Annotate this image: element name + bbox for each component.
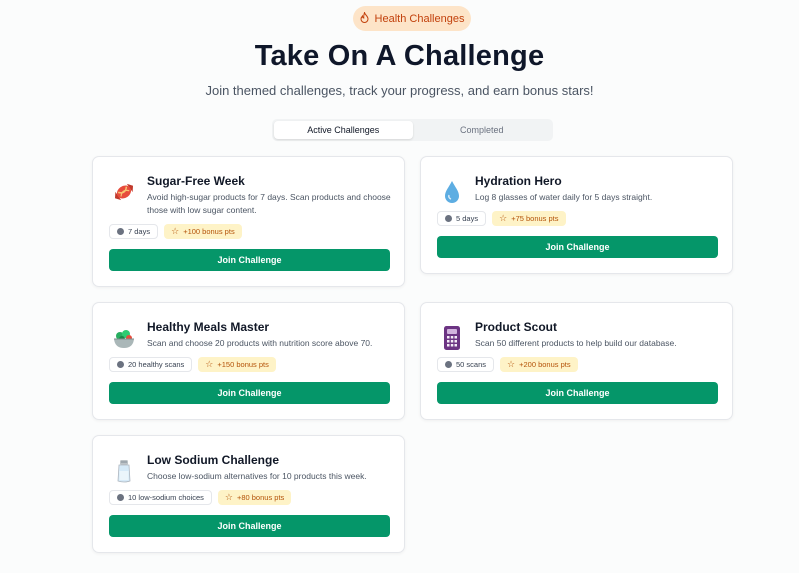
duration-pill: 10 low-sodium choices	[109, 490, 212, 505]
calculator-icon	[439, 325, 465, 351]
challenge-title: Hydration Hero	[475, 174, 562, 188]
bonus-label: +80 bonus pts	[236, 493, 285, 502]
bonus-label: +150 bonus pts	[217, 360, 269, 369]
duration-pill: 5 days	[437, 211, 487, 226]
duration-pill: 7 days	[109, 224, 159, 239]
duration-pill: 20 healthy scans	[109, 357, 193, 372]
challenge-description: Avoid high-sugar products for 7 days. Sc…	[147, 192, 391, 215]
challenge-card-healthy-meals-master: Healthy Meals Master Scan and choose 20 …	[92, 302, 405, 420]
challenge-title: Sugar-Free Week	[147, 174, 245, 188]
clock-icon	[117, 228, 124, 235]
star-icon: ☆	[171, 226, 180, 236]
tab-completed[interactable]: Completed	[413, 121, 552, 139]
duration-label: 20 healthy scans	[128, 360, 185, 369]
challenge-description: Choose low-sodium alternatives for 10 pr…	[147, 471, 367, 481]
bonus-pill: ☆ +150 bonus pts	[198, 357, 276, 372]
join-challenge-button[interactable]: Join Challenge	[437, 382, 718, 404]
join-challenge-button[interactable]: Join Challenge	[109, 515, 390, 537]
flame-icon	[360, 10, 369, 26]
clock-icon	[117, 361, 124, 368]
challenge-description: Scan 50 different products to help build…	[475, 338, 677, 348]
page-subtitle: Join themed challenges, track your progr…	[205, 83, 594, 98]
bonus-pill: ☆ +200 bonus pts	[500, 357, 578, 372]
duration-label: 50 scans	[456, 360, 487, 369]
challenge-title: Healthy Meals Master	[147, 320, 270, 334]
challenge-tabs: Active Challenges Completed	[272, 119, 553, 141]
candy-icon	[111, 179, 137, 205]
star-icon: ☆	[507, 359, 516, 369]
challenge-card-sugar-free-week: Sugar-Free Week Avoid high-sugar product…	[92, 156, 405, 287]
bonus-pill: ☆ +75 bonus pts	[492, 211, 566, 226]
challenge-card-low-sodium-challenge: Low Sodium Challenge Choose low-sodium a…	[92, 435, 405, 553]
duration-label: 10 low-sodium choices	[128, 493, 204, 502]
bonus-label: +75 bonus pts	[511, 214, 559, 223]
clock-icon	[445, 215, 452, 222]
duration-label: 7 days	[128, 227, 151, 236]
challenge-title: Product Scout	[475, 320, 558, 334]
duration-label: 5 days	[456, 214, 479, 223]
health-challenges-badge: Health Challenges	[353, 6, 471, 31]
clock-icon	[445, 361, 452, 368]
clock-icon	[117, 494, 124, 501]
bonus-label: +100 bonus pts	[183, 227, 235, 236]
bonus-label: +200 bonus pts	[519, 360, 571, 369]
salad-icon	[111, 325, 137, 351]
water-drop-icon	[439, 179, 465, 205]
challenge-card-product-scout: Product Scout Scan 50 different products…	[420, 302, 733, 420]
bonus-pill: ☆ +80 bonus pts	[217, 490, 292, 505]
challenge-description: Log 8 glasses of water daily for 5 days …	[475, 192, 653, 202]
tab-active-challenges[interactable]: Active Challenges	[274, 121, 413, 139]
salt-shaker-icon	[111, 458, 137, 484]
bonus-pill: ☆ +100 bonus pts	[164, 224, 242, 239]
challenge-card-hydration-hero: Hydration Hero Log 8 glasses of water da…	[420, 156, 733, 274]
star-icon: ☆	[499, 213, 508, 223]
star-icon: ☆	[205, 359, 214, 369]
page-title: Take On A Challenge	[254, 40, 545, 72]
challenge-title: Low Sodium Challenge	[147, 453, 280, 467]
join-challenge-button[interactable]: Join Challenge	[109, 382, 390, 404]
join-challenge-button[interactable]: Join Challenge	[437, 236, 718, 258]
challenge-description: Scan and choose 20 products with nutriti…	[147, 338, 373, 348]
badge-label: Health Challenges	[374, 12, 465, 25]
join-challenge-button[interactable]: Join Challenge	[109, 249, 390, 271]
duration-pill: 50 scans	[437, 357, 495, 372]
star-icon: ☆	[224, 492, 233, 502]
